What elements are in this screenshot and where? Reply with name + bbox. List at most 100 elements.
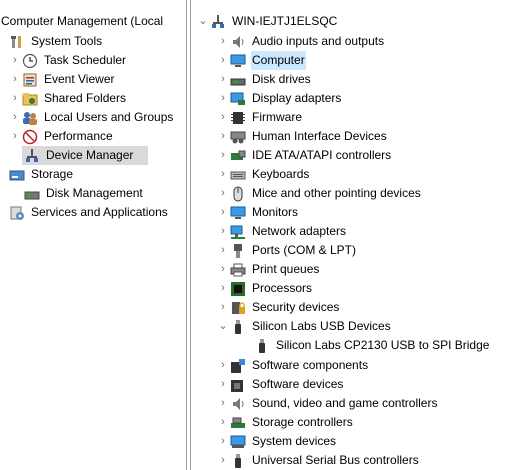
chevron-right-icon[interactable]: › — [216, 222, 230, 241]
users-icon — [22, 110, 38, 126]
usb-controller-icon — [230, 453, 246, 469]
keyboard-icon — [230, 167, 246, 183]
tree-item-system-tools[interactable]: System Tools — [9, 32, 103, 51]
tree-item-label: Device Manager — [46, 148, 134, 162]
tree-item-label: WIN-IEJTJ1ELSQC — [232, 14, 338, 28]
usb-device-icon — [254, 338, 270, 354]
speaker-icon — [230, 396, 246, 412]
device-category-network[interactable]: › Network adapters — [216, 222, 347, 241]
chevron-right-icon[interactable]: › — [216, 108, 230, 127]
speaker-icon — [230, 34, 246, 50]
tree-item-computer-management[interactable]: Computer Management (Local — [0, 12, 164, 31]
chevron-right-icon[interactable]: › — [8, 108, 22, 127]
services-icon — [9, 205, 25, 221]
chevron-right-icon[interactable]: › — [216, 165, 230, 184]
tree-item-storage[interactable]: Storage — [9, 165, 74, 184]
tree-item-event-viewer[interactable]: › Event Viewer — [8, 70, 115, 89]
device-category-hid[interactable]: › Human Interface Devices — [216, 127, 388, 146]
device-category-storage-controllers[interactable]: › Storage controllers — [216, 413, 354, 432]
computer-network-icon — [210, 14, 226, 30]
tree-item-disk-management[interactable]: Disk Management — [24, 184, 144, 203]
tree-item-label: Processors — [252, 281, 313, 295]
chevron-right-icon[interactable]: › — [216, 413, 230, 432]
display-adapter-icon — [230, 91, 246, 107]
chevron-right-icon[interactable]: › — [216, 184, 230, 203]
device-manager-icon — [24, 148, 40, 164]
device-category-software-devices[interactable]: › Software devices — [216, 375, 344, 394]
chevron-right-icon[interactable]: › — [216, 89, 230, 108]
chevron-right-icon[interactable]: › — [216, 203, 230, 222]
tree-item-label: Universal Serial Bus controllers — [252, 453, 419, 467]
tree-item-label: Network adapters — [252, 224, 347, 238]
device-category-processors[interactable]: › Processors — [216, 279, 313, 298]
tree-item-label: Mice and other pointing devices — [252, 186, 421, 200]
tree-item-label: Event Viewer — [44, 72, 115, 86]
tree-item-label: System Tools — [31, 34, 103, 48]
device-category-keyboards[interactable]: › Keyboards — [216, 165, 310, 184]
device-category-security[interactable]: › Security devices — [216, 298, 340, 317]
tree-item-label: Storage controllers — [252, 415, 353, 429]
device-category-disk-drives[interactable]: › Disk drives — [216, 70, 312, 89]
chevron-down-icon[interactable]: ⌄ — [216, 317, 230, 336]
tree-item-device-manager[interactable]: Device Manager — [22, 146, 148, 165]
chevron-right-icon[interactable]: › — [216, 70, 230, 89]
tree-item-performance[interactable]: › Performance — [8, 127, 114, 146]
tree-item-shared-folders[interactable]: › Shared Folders — [8, 89, 127, 108]
device-category-silicon-labs[interactable]: ⌄ Silicon Labs USB Devices — [216, 317, 392, 336]
hid-icon — [230, 129, 246, 145]
pane-splitter[interactable] — [186, 0, 191, 470]
chevron-right-icon[interactable]: › — [216, 51, 230, 70]
device-category-mice[interactable]: › Mice and other pointing devices — [216, 184, 422, 203]
chevron-right-icon[interactable]: › — [8, 51, 22, 70]
chevron-right-icon[interactable]: › — [216, 241, 230, 260]
chevron-right-icon[interactable]: › — [216, 32, 230, 51]
chevron-right-icon[interactable]: › — [216, 394, 230, 413]
device-category-print-queues[interactable]: › Print queues — [216, 260, 320, 279]
mouse-icon — [230, 186, 246, 202]
tree-item-services[interactable]: Services and Applications — [9, 203, 169, 222]
shared-folder-icon — [22, 91, 38, 107]
chevron-right-icon[interactable]: › — [8, 127, 22, 146]
device-category-ports[interactable]: › Ports (COM & LPT) — [216, 241, 357, 260]
chevron-right-icon[interactable]: › — [8, 89, 22, 108]
chevron-right-icon[interactable]: › — [216, 127, 230, 146]
tree-item-label: IDE ATA/ATAPI controllers — [252, 148, 392, 162]
chevron-right-icon[interactable]: › — [216, 451, 230, 470]
chevron-right-icon[interactable]: › — [216, 260, 230, 279]
computer-icon — [230, 53, 246, 69]
chevron-right-icon[interactable]: › — [216, 432, 230, 451]
chevron-right-icon[interactable]: › — [216, 375, 230, 394]
tree-item-label: Keyboards — [252, 167, 310, 181]
storage-icon — [9, 167, 25, 183]
tree-item-label: Computer — [251, 51, 306, 70]
tree-item-computer-root[interactable]: ⌄ WIN-IEJTJ1ELSQC — [196, 12, 338, 31]
tree-item-label: Silicon Labs CP2130 USB to SPI Bridge — [276, 338, 490, 352]
device-category-sound[interactable]: › Sound, video and game controllers — [216, 394, 438, 413]
device-category-monitors[interactable]: › Monitors — [216, 203, 299, 222]
device-category-computer[interactable]: › Computer — [216, 51, 306, 70]
device-category-system-devices[interactable]: › System devices — [216, 432, 337, 451]
device-cp2130[interactable]: Silicon Labs CP2130 USB to SPI Bridge — [254, 336, 490, 355]
device-category-software-components[interactable]: › Software components — [216, 356, 369, 375]
device-category-display-adapters[interactable]: › Display adapters — [216, 89, 342, 108]
tree-item-local-users[interactable]: › Local Users and Groups — [8, 108, 174, 127]
chevron-right-icon[interactable]: › — [216, 146, 230, 165]
tree-item-task-scheduler[interactable]: › Task Scheduler — [8, 51, 127, 70]
firmware-icon — [230, 110, 246, 126]
chevron-right-icon[interactable]: › — [216, 298, 230, 317]
device-category-firmware[interactable]: › Firmware — [216, 108, 303, 127]
tree-item-label: Print queues — [252, 262, 320, 276]
chevron-down-icon[interactable]: ⌄ — [196, 12, 210, 31]
tree-item-label: Display adapters — [252, 91, 342, 105]
chevron-right-icon[interactable]: › — [216, 356, 230, 375]
tree-item-label: Performance — [44, 129, 113, 143]
device-category-ide[interactable]: › IDE ATA/ATAPI controllers — [216, 146, 392, 165]
tree-item-label: System devices — [252, 434, 337, 448]
device-category-audio[interactable]: › Audio inputs and outputs — [216, 32, 385, 51]
device-category-usb-controllers[interactable]: › Universal Serial Bus controllers — [216, 451, 420, 470]
chevron-right-icon[interactable]: › — [216, 279, 230, 298]
chevron-right-icon[interactable]: › — [8, 70, 22, 89]
security-device-icon — [230, 300, 246, 316]
performance-icon — [22, 129, 38, 145]
software-component-icon — [230, 358, 246, 374]
